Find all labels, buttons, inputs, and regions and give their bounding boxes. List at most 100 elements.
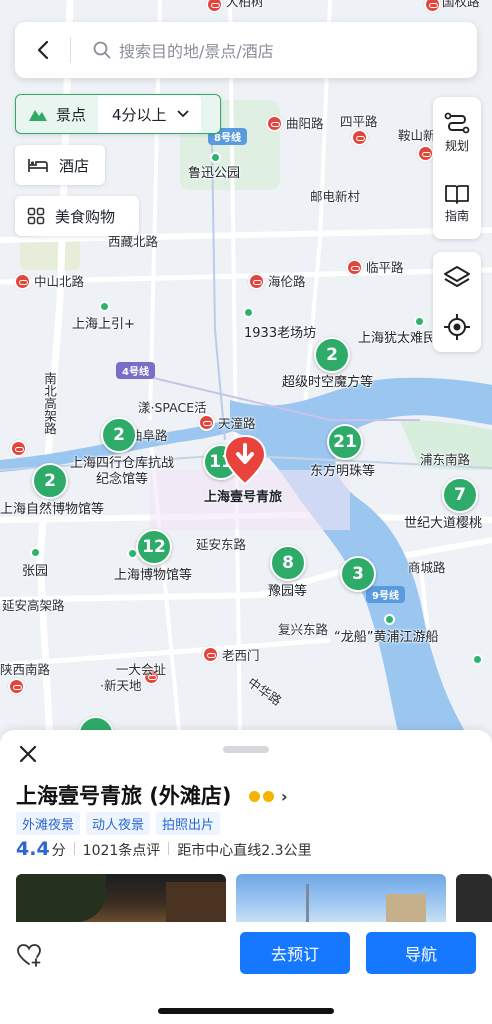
poi-cluster[interactable]: 3 xyxy=(340,556,376,592)
map-label: 四平路 xyxy=(340,114,378,129)
metro-station-icon[interactable] xyxy=(202,646,219,663)
sheet-drag-handle[interactable] xyxy=(223,746,269,753)
filter-hotel[interactable]: 酒店 xyxy=(15,145,105,185)
divider xyxy=(168,842,170,855)
place-rating-badge[interactable]: › xyxy=(249,787,288,806)
metro-station-icon[interactable] xyxy=(10,440,27,457)
map-label: 豫园等 xyxy=(268,584,308,599)
chevron-right-icon: › xyxy=(281,787,288,806)
filter-food-label: 美食购物 xyxy=(55,207,116,226)
map-label: 1933老场坊 xyxy=(244,326,317,341)
poi-cluster[interactable]: 2 xyxy=(32,463,68,499)
map-label: ·新天地 xyxy=(100,678,142,693)
map-label: 张园 xyxy=(22,564,49,579)
map-layer-panel xyxy=(433,252,481,352)
place-title: 上海壹号青旅 (外滩店) xyxy=(16,784,232,808)
poi-dot[interactable] xyxy=(210,152,221,163)
selected-location-pin-icon[interactable] xyxy=(223,434,267,486)
rating-unit: 分 xyxy=(51,843,66,859)
map-label: 一大会址 xyxy=(116,662,167,677)
map-label: 海伦路 xyxy=(268,274,306,289)
search-bar[interactable]: 搜索目的地/景点/酒店 xyxy=(15,22,477,78)
place-photo[interactable] xyxy=(236,874,446,922)
metro-station-icon[interactable] xyxy=(346,259,363,276)
map-label: 延安东路 xyxy=(196,537,247,552)
locate-button[interactable] xyxy=(433,302,481,352)
search-icon xyxy=(93,41,111,59)
home-indicator xyxy=(158,1008,334,1014)
map-label: 上海犹太难民纪念馆 xyxy=(358,331,432,346)
chevron-left-icon xyxy=(37,40,48,60)
map-label-hotel: 上海壹号青旅 xyxy=(204,490,283,505)
bed-icon xyxy=(28,159,48,172)
poi-cluster[interactable]: 8 xyxy=(270,545,306,581)
mountain-icon xyxy=(29,110,47,121)
rating-row: 4.4 分 1021条点评 距市中心直线2.3公里 xyxy=(16,838,312,860)
map-tools-panel: 规划 指南 xyxy=(433,97,481,239)
map-label: 南北高架路 xyxy=(42,372,57,435)
place-photo[interactable] xyxy=(16,874,226,922)
filter-scenic-label: 景点 xyxy=(56,105,87,124)
route-icon xyxy=(444,112,470,134)
map-label: 鲁迅公园 xyxy=(188,166,241,181)
poi-cluster[interactable]: 2 xyxy=(101,417,137,453)
filter-scenic-level-dropdown[interactable]: 4分以上 xyxy=(98,95,201,133)
plan-button[interactable]: 规划 xyxy=(433,97,481,168)
layers-icon xyxy=(444,266,470,287)
filter-scenic-toggle[interactable]: 景点 xyxy=(16,95,98,133)
navigate-button[interactable]: 导航 xyxy=(366,932,476,974)
map-label: 世纪大道樱桃 xyxy=(404,516,483,531)
close-icon[interactable] xyxy=(16,742,40,766)
guide-button[interactable]: 指南 xyxy=(433,168,481,239)
divider xyxy=(73,842,75,855)
map-label: 曲阳路 xyxy=(286,116,324,131)
book-icon xyxy=(445,185,469,204)
map-label: “龙船”黄浦江游船 xyxy=(334,630,439,645)
poi-dot[interactable] xyxy=(243,307,254,318)
map-label: 陕西南路 xyxy=(0,662,51,677)
place-tags: 外滩夜景 动人夜景 拍照出片 xyxy=(16,812,221,835)
poi-dot[interactable] xyxy=(384,614,395,625)
divider xyxy=(70,37,71,63)
distance-text: 距市中心直线2.3公里 xyxy=(177,843,312,859)
metro-station-icon[interactable] xyxy=(266,115,283,132)
metro-station-icon[interactable] xyxy=(198,414,215,431)
poi-dot[interactable] xyxy=(414,316,425,327)
map-label: 上海上引+ xyxy=(72,317,135,332)
metro-line-badge: 4号线 xyxy=(116,362,155,379)
favorite-add-icon[interactable] xyxy=(16,942,42,968)
map-label: 大柏树 xyxy=(226,0,264,9)
poi-dot[interactable] xyxy=(30,547,41,558)
search-placeholder[interactable]: 搜索目的地/景点/酒店 xyxy=(119,38,274,62)
review-count[interactable]: 1021条点评 xyxy=(83,840,161,860)
rating-dot-icon xyxy=(263,791,274,802)
metro-station-icon[interactable] xyxy=(417,145,434,162)
metro-station-icon[interactable] xyxy=(248,273,265,290)
metro-station-icon[interactable] xyxy=(14,273,31,290)
place-photo[interactable] xyxy=(456,874,492,922)
metro-station-icon[interactable] xyxy=(351,129,368,146)
filter-food-shopping[interactable]: 美食购物 xyxy=(15,196,139,236)
map-label: 老西门 xyxy=(222,648,260,663)
poi-dot[interactable] xyxy=(99,301,110,312)
map-label: 复兴东路 xyxy=(278,622,329,637)
metro-station-icon[interactable] xyxy=(8,678,25,695)
chevron-down-icon xyxy=(176,110,189,118)
grid-icon xyxy=(27,207,45,225)
book-button[interactable]: 去预订 xyxy=(240,932,350,974)
map-label: 商城路 xyxy=(408,560,446,575)
back-button[interactable] xyxy=(15,22,70,78)
filter-hotel-label: 酒店 xyxy=(59,156,90,175)
poi-cluster[interactable]: 7 xyxy=(442,477,478,513)
filter-scenic-level: 4分以上 xyxy=(112,105,167,124)
poi-cluster[interactable]: 21 xyxy=(327,424,363,460)
map-label: 临平路 xyxy=(366,260,404,275)
poi-cluster[interactable]: 2 xyxy=(314,337,350,373)
map-label: 中山北路 xyxy=(34,274,85,289)
poi-cluster[interactable]: 12 xyxy=(136,529,172,565)
map-label: 天潼路 xyxy=(218,416,256,431)
map-label: 浦东南路 xyxy=(420,452,471,467)
layers-button[interactable] xyxy=(433,252,481,302)
poi-dot[interactable] xyxy=(472,654,483,665)
filter-scenic[interactable]: 景点 4分以上 xyxy=(15,94,221,134)
